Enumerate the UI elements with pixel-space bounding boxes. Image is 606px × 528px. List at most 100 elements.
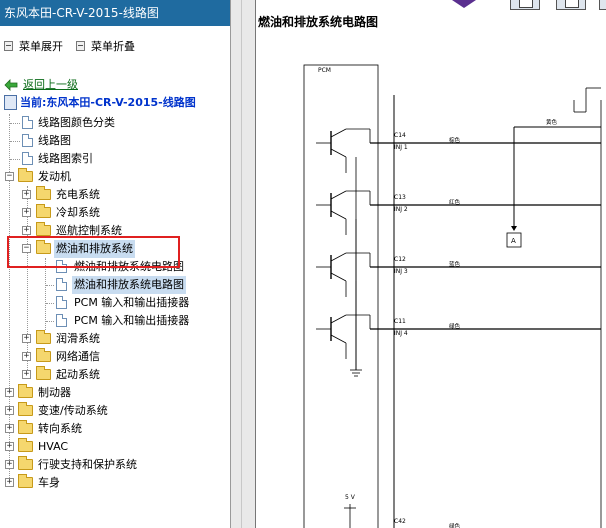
tree-item-starting[interactable]: + 起动系统: [0, 366, 200, 384]
circuit-diagram: PCM A 黄色 C14 INJ 1 棕色 C13 INJ 2 红色 C12 INJ 3 蓝色 C…: [303, 64, 602, 528]
tree-item-label: 冷却系统: [56, 206, 100, 219]
tree-item-label: 线路图索引: [38, 152, 93, 165]
tree-item-label: PCM 输入和输出插接器: [74, 296, 190, 309]
injector-circuit-2-inj-label: INJ 2: [394, 206, 408, 213]
folder-icon: [18, 402, 33, 416]
bottom-wire-color: 绿色: [449, 522, 461, 528]
document-icon: [22, 134, 33, 147]
collapse-menu-button[interactable]: 菜单折叠: [76, 38, 135, 56]
expand-icon: [4, 41, 13, 51]
folder-icon: [18, 420, 33, 434]
expand-toggle-icon[interactable]: +: [5, 478, 14, 487]
navigation-pane: 东风本田-CR-V-2015-线路图 菜单展开 菜单折叠 返回上一级 当前:东风…: [0, 0, 231, 528]
tree-item-label: 制动器: [38, 386, 71, 399]
tree-item-cooling[interactable]: + 冷却系统: [0, 204, 200, 222]
document-icon: [22, 152, 33, 165]
collapse-menu-label: 菜单折叠: [91, 40, 135, 53]
tree-item-driving-support[interactable]: + 行驶支持和保护系统: [0, 456, 200, 474]
play-icon[interactable]: [452, 0, 476, 8]
tree-item-label: 充电系统: [56, 188, 100, 201]
window-button-1[interactable]: [510, 0, 540, 10]
injector-circuit-3-collector: [330, 252, 347, 262]
injector-circuit-4-collector: [330, 314, 347, 324]
expand-toggle-icon[interactable]: +: [22, 190, 31, 199]
tree-item-label: 车身: [38, 476, 60, 489]
injector-circuit-1-inj-label: INJ 1: [394, 144, 408, 151]
injector-circuit-1-pin-label: C14: [394, 132, 406, 139]
folder-icon: [36, 366, 51, 380]
injector-circuit-3-wire-color: 蓝色: [449, 260, 461, 268]
supply-label: 5 V: [345, 494, 356, 501]
collapse-icon: [76, 41, 85, 51]
tree-item-label: 燃油和排放系统电路图: [72, 276, 186, 294]
injector-circuit-3-emitter: [330, 272, 347, 282]
tree-item-label: 变速/传动系统: [38, 404, 108, 417]
expand-toggle-icon[interactable]: +: [22, 208, 31, 217]
tree-item-charging[interactable]: + 充电系统: [0, 186, 200, 204]
tree-item-network[interactable]: + 网络通信: [0, 348, 200, 366]
injector-circuit-2-emitter: [330, 210, 347, 220]
expand-toggle-icon[interactable]: +: [5, 388, 14, 397]
window-button-3[interactable]: [599, 0, 606, 10]
tree-item-label: 网络通信: [56, 350, 100, 363]
expand-toggle-icon[interactable]: +: [22, 352, 31, 361]
tree-item-pcm-connector-2[interactable]: PCM 输入和输出插接器: [0, 312, 200, 330]
back-label: 返回上一级: [23, 78, 78, 91]
document-icon: [56, 296, 67, 309]
folder-icon: [18, 438, 33, 452]
injector-circuit-4-inj-label: INJ 4: [394, 330, 408, 337]
tree-item-label: 发动机: [38, 170, 71, 183]
injector-circuit-1-collector: [330, 128, 347, 138]
tree-item-diagram-index[interactable]: 线路图索引: [0, 150, 200, 168]
folder-icon: [36, 222, 51, 236]
tree-item-steering[interactable]: + 转向系统: [0, 420, 200, 438]
window-button-2[interactable]: [556, 0, 586, 10]
menu-bar: 菜单展开 菜单折叠: [0, 38, 230, 56]
tree-item-label: PCM 输入和输出插接器: [74, 314, 190, 327]
tree-item-label: HVAC: [38, 440, 69, 453]
tree-item-transmission[interactable]: + 变速/传动系统: [0, 402, 200, 420]
collapse-toggle-icon[interactable]: −: [5, 172, 14, 181]
folder-open-icon: [18, 168, 33, 182]
folder-icon: [18, 474, 33, 488]
folder-icon: [36, 330, 51, 344]
tree-item-diagram[interactable]: 线路图: [0, 132, 200, 150]
tree-item-hvac[interactable]: + HVAC: [0, 438, 200, 456]
computer-icon: [4, 95, 17, 110]
tree-item-lubrication[interactable]: + 润滑系统: [0, 330, 200, 348]
tree-item-fuel-circuit-2[interactable]: 燃油和排放系统电路图: [0, 276, 200, 294]
tree-item-pcm-connector-1[interactable]: PCM 输入和输出插接器: [0, 294, 200, 312]
tree-item-label: 润滑系统: [56, 332, 100, 345]
injector-circuit-3-pin-label: C12: [394, 256, 406, 263]
pane-title: 东风本田-CR-V-2015-线路图: [0, 0, 230, 26]
expand-toggle-icon[interactable]: +: [5, 406, 14, 415]
tree-item-label: 起动系统: [56, 368, 100, 381]
expand-menu-button[interactable]: 菜单展开: [4, 38, 63, 56]
tree-item-brakes[interactable]: + 制动器: [0, 384, 200, 402]
expand-toggle-icon[interactable]: +: [22, 226, 31, 235]
pane-splitter[interactable]: [231, 0, 256, 528]
tree-item-label: 线路图: [38, 134, 71, 147]
expand-toggle-icon[interactable]: +: [5, 424, 14, 433]
expand-toggle-icon[interactable]: +: [5, 460, 14, 469]
top-wire-color: 黄色: [546, 118, 558, 126]
injector-circuit-1-wire-color: 棕色: [449, 136, 461, 144]
document-icon: [56, 278, 67, 291]
injector-circuit-2-pin-label: C13: [394, 194, 406, 201]
tree-item-engine[interactable]: − 发动机: [0, 168, 200, 186]
current-label: 当前:东风本田-CR-V-2015-线路图: [20, 96, 196, 109]
diagram-title: 燃油和排放系统电路图: [258, 15, 379, 29]
expand-toggle-icon[interactable]: +: [22, 334, 31, 343]
injector-circuit-4-wire-color: 绿色: [449, 322, 461, 330]
tree-item-body[interactable]: + 车身: [0, 474, 200, 492]
folder-icon: [36, 186, 51, 200]
expand-toggle-icon[interactable]: +: [22, 370, 31, 379]
expand-toggle-icon[interactable]: +: [5, 442, 14, 451]
folder-icon: [36, 204, 51, 218]
back-arrow-icon: [4, 79, 18, 91]
folder-icon: [36, 348, 51, 362]
folder-icon: [18, 456, 33, 470]
injector-circuit-2-wire-color: 红色: [449, 198, 461, 206]
tree-item-color-category[interactable]: 线路图颜色分类: [0, 114, 200, 132]
document-icon: [56, 314, 67, 327]
